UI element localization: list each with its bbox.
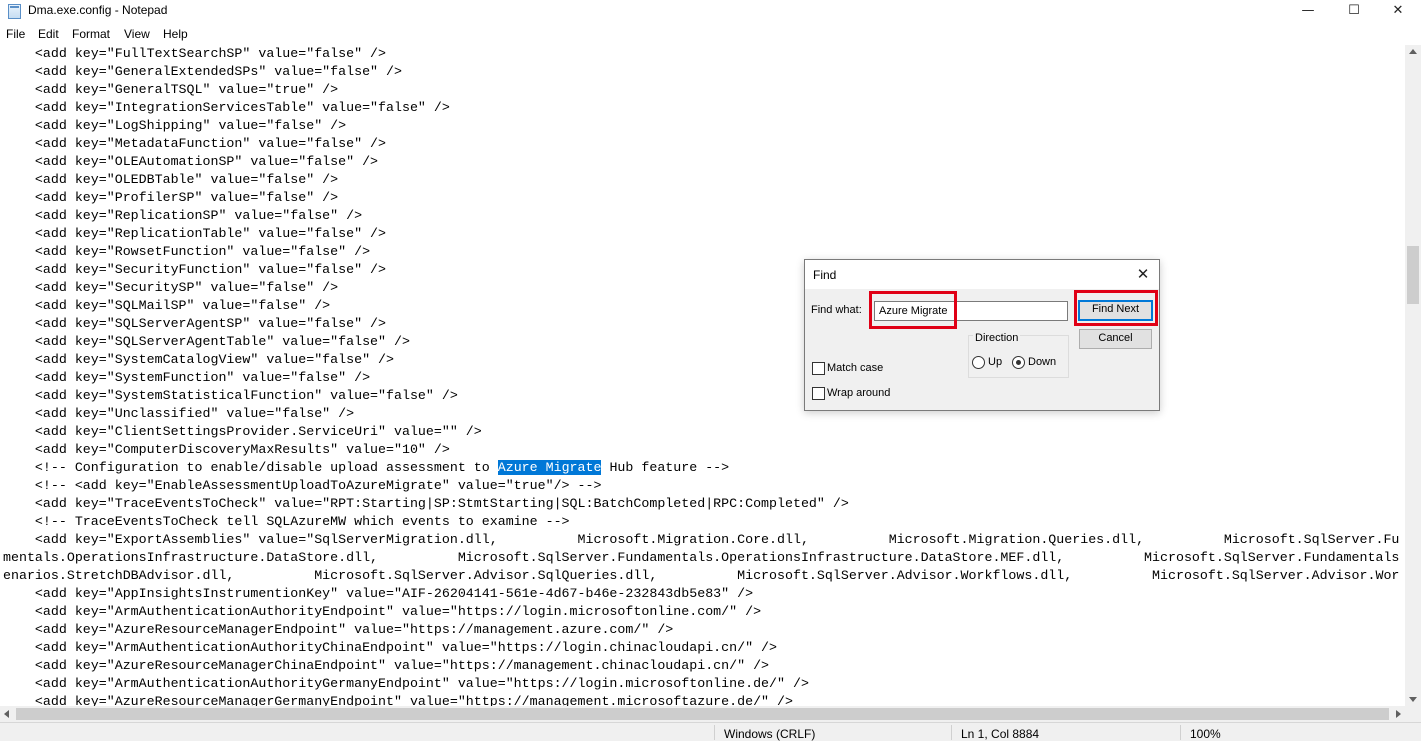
text-line: <add key="RowsetFunction" value="false" … — [3, 244, 371, 259]
text-line: <add key="ArmAuthenticationAuthorityEndp… — [3, 604, 762, 619]
title-bar: Dma.exe.config - Notepad — ☐ ✕ — [0, 0, 1421, 23]
vertical-scrollbar[interactable] — [1405, 45, 1421, 706]
cancel-button[interactable]: Cancel — [1079, 329, 1152, 349]
text-line: <add key="AzureResourceManagerChinaEndpo… — [3, 658, 770, 673]
vertical-scroll-thumb[interactable] — [1407, 246, 1419, 304]
text-line: <add key="ProfilerSP" value="false" /> — [3, 190, 339, 205]
find-dialog-title: Find — [813, 268, 837, 282]
direction-up-label[interactable]: Up — [988, 356, 1002, 368]
menu-file[interactable]: File — [6, 27, 25, 41]
status-line-ending: Windows (CRLF) — [724, 727, 816, 741]
scroll-up-arrow-icon[interactable] — [1409, 49, 1417, 54]
text-line: <add key="ReplicationSP" value="false" /… — [3, 208, 363, 223]
text-line: <add key="SQLMailSP" value="false" /> — [3, 298, 331, 313]
find-dialog-titlebar[interactable]: Find ✕ — [805, 260, 1159, 289]
status-divider — [1180, 725, 1181, 740]
line-text-after: Hub feature --> — [601, 460, 730, 475]
text-line: <add key="SystemStatisticalFunction" val… — [3, 388, 458, 403]
find-dialog: Find ✕ Find what: Find Next Cancel Direc… — [804, 259, 1160, 411]
text-line: <add key="AppInsightsInstrumentionKey" v… — [3, 586, 754, 601]
text-line: <add key="ExportAssemblies" value="SqlSe… — [3, 532, 1400, 547]
status-bar: Windows (CRLF) Ln 1, Col 8884 100% — [0, 722, 1421, 741]
text-line: <!-- <add key="EnableAssessmentUploadToA… — [3, 478, 602, 493]
direction-label: Direction — [973, 332, 1021, 344]
status-divider — [951, 725, 952, 740]
find-next-button[interactable]: Find Next — [1078, 300, 1153, 321]
text-line: <add key="ArmAuthenticationAuthorityChin… — [3, 640, 778, 655]
text-line: <add key="SQLServerAgentTable" value="fa… — [3, 334, 410, 349]
close-button[interactable]: ✕ — [1375, 0, 1421, 23]
highlighted-line: <!-- Configuration to enable/disable upl… — [3, 459, 729, 477]
match-case-label[interactable]: Match case — [827, 362, 883, 374]
menu-view[interactable]: View — [124, 27, 150, 41]
direction-down-label[interactable]: Down — [1028, 356, 1056, 368]
text-line: <add key="GeneralTSQL" value="true" /> — [3, 82, 339, 97]
minimize-button[interactable]: — — [1285, 0, 1331, 23]
horizontal-scrollbar[interactable] — [0, 706, 1405, 722]
horizontal-scroll-thumb[interactable] — [16, 708, 1389, 720]
wrap-around-label[interactable]: Wrap around — [827, 387, 890, 399]
maximize-button[interactable]: ☐ — [1331, 0, 1377, 23]
text-line: <add key="ComputerDiscoveryMaxResults" v… — [3, 442, 450, 457]
text-line: <add key="SystemCatalogView" value="fals… — [3, 352, 394, 367]
text-line: <add key="SystemFunction" value="false" … — [3, 370, 371, 385]
text-line: <add key="AzureResourceManagerGermanyEnd… — [3, 694, 793, 706]
text-line: <add key="ReplicationTable" value="false… — [3, 226, 387, 241]
text-editor[interactable]: <add key="FullTextSearchSP" value="false… — [0, 45, 1405, 706]
search-match-selection: Azure Migrate — [497, 460, 602, 475]
text-line: <add key="MetadataFunction" value="false… — [3, 136, 387, 151]
text-line: <add key="OLEDBTable" value="false" /> — [3, 172, 339, 187]
text-line: <!-- TraceEventsToCheck tell SQLAzureMW … — [3, 514, 570, 529]
text-line: <add key="ClientSettingsProvider.Service… — [3, 424, 482, 439]
status-divider — [714, 725, 715, 740]
menu-help[interactable]: Help — [163, 27, 188, 41]
find-what-label: Find what: — [811, 304, 862, 316]
text-line: <add key="LogShipping" value="false" /> — [3, 118, 347, 133]
match-case-checkbox[interactable] — [812, 362, 825, 375]
scrollbar-corner — [1405, 706, 1421, 722]
direction-down-radio[interactable] — [1012, 356, 1025, 369]
scroll-right-arrow-icon[interactable] — [1396, 710, 1401, 718]
notepad-icon — [8, 4, 21, 19]
text-line: <add key="AzureResourceManagerEndpoint" … — [3, 622, 674, 637]
line-text-before: <!-- Configuration to enable/disable upl… — [3, 460, 498, 475]
text-line: mentals.OperationsInfrastructure.DataSto… — [3, 550, 1400, 565]
window-title: Dma.exe.config - Notepad — [28, 3, 168, 17]
status-zoom: 100% — [1190, 727, 1221, 741]
text-line: <add key="SecuritySP" value="false" /> — [3, 280, 339, 295]
text-line: <add key="Unclassified" value="false" /> — [3, 406, 355, 421]
status-cursor-position: Ln 1, Col 8884 — [961, 727, 1040, 741]
direction-up-radio[interactable] — [972, 356, 985, 369]
text-line: <add key="TraceEventsToCheck" value="RPT… — [3, 496, 849, 511]
text-line: enarios.StretchDBAdvisor.dll, Microsoft.… — [3, 568, 1400, 583]
wrap-around-checkbox[interactable] — [812, 387, 825, 400]
find-what-input[interactable] — [874, 301, 1068, 321]
menu-bar: File Edit Format View Help — [0, 23, 1421, 45]
menu-edit[interactable]: Edit — [38, 27, 59, 41]
text-line: <add key="GeneralExtendedSPs" value="fal… — [3, 64, 402, 79]
close-icon[interactable]: ✕ — [1131, 264, 1155, 286]
text-line: <add key="SQLServerAgentSP" value="false… — [3, 316, 387, 331]
text-line: <add key="SecurityFunction" value="false… — [3, 262, 387, 277]
text-line: <add key="ArmAuthenticationAuthorityGerm… — [3, 676, 809, 691]
scroll-left-arrow-icon[interactable] — [4, 710, 9, 718]
text-line: <add key="IntegrationServicesTable" valu… — [3, 100, 450, 115]
scroll-down-arrow-icon[interactable] — [1409, 697, 1417, 702]
text-line: <add key="FullTextSearchSP" value="false… — [3, 46, 387, 61]
text-line: <add key="OLEAutomationSP" value="false"… — [3, 154, 379, 169]
menu-format[interactable]: Format — [72, 27, 110, 41]
